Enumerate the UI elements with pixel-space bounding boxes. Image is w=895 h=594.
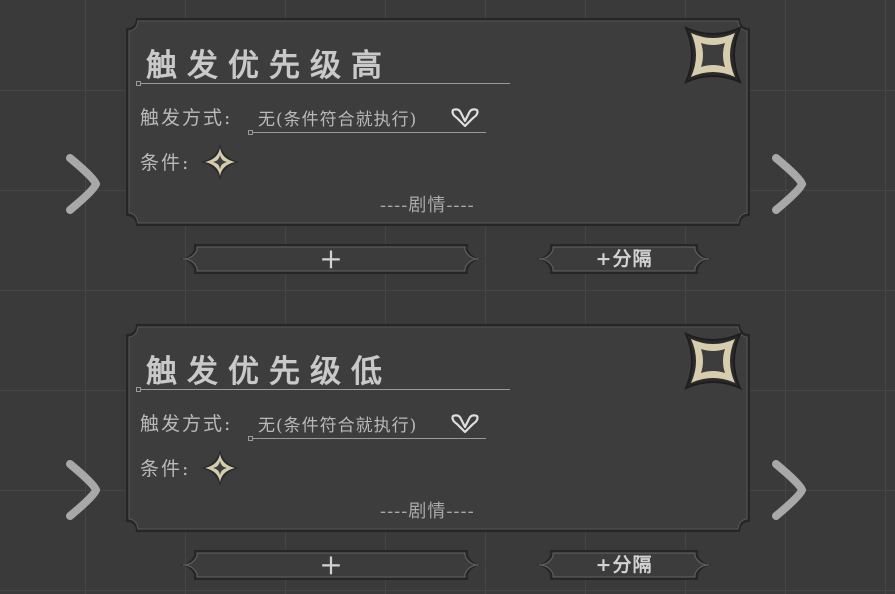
story-divider-label: ----剧情---- — [380, 501, 475, 522]
trigger-mode-dropdown[interactable]: 无(条件符合就执行) — [248, 407, 488, 441]
add-button-label: + — [319, 242, 343, 275]
trigger-mode-label: 触发方式: — [140, 413, 233, 435]
trigger-mode-dropdown[interactable]: 无(条件符合就执行) — [248, 101, 488, 135]
right-connector-arrow-icon[interactable] — [770, 458, 810, 522]
add-button[interactable]: + — [178, 242, 484, 276]
trigger-mode-label: 触发方式: — [140, 107, 233, 129]
add-button-label: + — [319, 548, 343, 581]
add-divider-button-label: +分隔 — [595, 554, 653, 576]
concave-square-icon[interactable] — [680, 328, 746, 394]
concave-square-icon[interactable] — [680, 22, 746, 88]
condition-label: 条件: — [140, 152, 191, 174]
four-point-star-icon[interactable] — [200, 143, 240, 181]
add-button[interactable]: + — [178, 548, 484, 582]
right-connector-arrow-icon[interactable] — [770, 152, 810, 216]
event-node-block-low: 触发优先级低 触发方式: 无(条件符合就执行) 条件: ----剧情---- +… — [0, 306, 895, 581]
left-connector-arrow-icon[interactable] — [64, 152, 104, 216]
title-underline — [136, 387, 510, 392]
add-divider-button-label: +分隔 — [595, 248, 653, 270]
event-node-block-high: 触发优先级高 触发方式: 无(条件符合就执行) 条件: ----剧情---- +… — [0, 0, 895, 275]
dropdown-underline — [248, 130, 486, 135]
trigger-mode-value: 无(条件符合就执行) — [258, 416, 418, 436]
story-divider-label: ----剧情---- — [380, 195, 475, 216]
left-connector-arrow-icon[interactable] — [64, 458, 104, 522]
title-underline — [136, 81, 510, 86]
trigger-mode-value: 无(条件符合就执行) — [258, 110, 418, 130]
node-title: 触发优先级低 — [146, 354, 392, 390]
four-point-star-icon[interactable] — [200, 449, 240, 487]
node-canvas: 触发优先级高 触发方式: 无(条件符合就执行) 条件: ----剧情---- +… — [0, 0, 895, 594]
condition-label: 条件: — [140, 458, 191, 480]
node-title: 触发优先级高 — [146, 48, 392, 84]
dropdown-underline — [248, 436, 486, 441]
add-divider-button[interactable]: +分隔 — [534, 548, 714, 582]
heart-chevron-icon — [451, 108, 479, 128]
add-divider-button[interactable]: +分隔 — [534, 242, 714, 276]
heart-chevron-icon — [451, 414, 479, 434]
